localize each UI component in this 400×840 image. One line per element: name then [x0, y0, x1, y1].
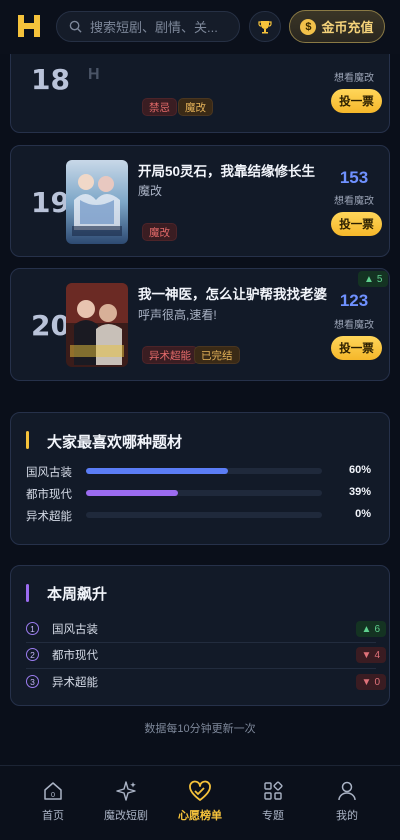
tag: 魔改: [142, 223, 177, 241]
vote-button[interactable]: 投一票: [331, 89, 382, 113]
search-icon: [69, 20, 82, 33]
nav-label: 魔改短剧: [104, 810, 148, 822]
svg-text:0: 0: [51, 791, 55, 799]
rank-number: 18: [31, 63, 70, 96]
heart-icon: [189, 780, 211, 801]
nav-label: 我的: [336, 810, 358, 822]
section-accent-bar: [26, 431, 29, 449]
vote-count: 123: [339, 291, 369, 310]
poll-percent: 60%: [348, 464, 371, 476]
rising-item[interactable]: 2 都市现代 ▼ 4: [26, 643, 386, 669]
trend-value: 6: [374, 623, 380, 635]
nav-item-home[interactable]: 0 首页: [18, 780, 88, 823]
search-placeholder: 搜索短剧、剧情、关...: [90, 20, 218, 35]
search-input[interactable]: 搜索短剧、剧情、关...: [56, 11, 240, 42]
app-logo[interactable]: [16, 13, 42, 39]
drama-poster[interactable]: [66, 283, 128, 367]
poll-percent: 0%: [355, 508, 371, 520]
tag: 禁忌: [142, 98, 177, 116]
section-accent-bar: [26, 584, 29, 602]
poll-label: 国风古装: [26, 467, 72, 479]
rising-item-name: 异术超能: [52, 677, 98, 689]
nav-item-topics[interactable]: 专题: [238, 780, 308, 823]
vote-count-label: 想看魔改: [334, 73, 374, 84]
trend-badge: ▲ 5: [358, 271, 389, 287]
trend-up-icon: ▲: [364, 273, 374, 285]
section-title: 本周飙升: [47, 586, 108, 603]
trend-value: 4: [374, 649, 380, 661]
drama-title[interactable]: 开局50灵石，我靠结缘修长生: [138, 160, 315, 180]
drama-card[interactable]: 20 我一神医，怎么让驴帮我找老婆 呼声很高,速看! 异术超能 已完结 ▲ 5 …: [10, 268, 390, 381]
trend-value: 5: [376, 273, 383, 285]
poll-bar: [86, 512, 322, 518]
poll-label: 都市现代: [26, 489, 72, 501]
drama-title[interactable]: 我一神医，怎么让驴帮我找老婆: [138, 283, 327, 303]
bottom-nav: 0 首页 魔改短剧 心愿榜单 专题 我的: [0, 765, 400, 840]
trend-badge: ▼ 0: [355, 674, 386, 690]
drama-card[interactable]: 19 开局50灵石，我靠结缘修长生 魔改 魔改 153 想看魔改 投一票: [10, 145, 390, 257]
home-icon: 0: [44, 782, 62, 800]
trend-down-icon: ▼: [361, 649, 372, 661]
poll-bar-fill: [86, 468, 228, 474]
nav-item-profile[interactable]: 我的: [312, 780, 382, 823]
trend-value: 0: [374, 676, 380, 688]
tag: 已完结: [194, 346, 240, 364]
vote-button[interactable]: 投一票: [331, 212, 382, 236]
drama-description: 魔改: [138, 184, 163, 198]
rising-item[interactable]: 3 异术超能 ▼ 0: [26, 670, 386, 696]
rising-item-name: 都市现代: [52, 650, 98, 662]
grid-icon: [264, 781, 283, 800]
nav-item-remake-dramas[interactable]: 魔改短剧: [91, 780, 161, 823]
trend-badge: ▲ 6: [355, 621, 386, 637]
rank-circle: 3: [26, 675, 39, 688]
drama-poster[interactable]: [66, 160, 128, 244]
trophy-icon: [258, 20, 272, 33]
coin-icon: $: [300, 18, 317, 35]
rank-circle: 1: [26, 622, 39, 635]
tag: 魔改: [178, 98, 213, 116]
top-bar: 搜索短剧、剧情、关... $ 金币充值: [0, 0, 400, 54]
rank-number: 20: [31, 309, 70, 342]
poll-bar: [86, 468, 322, 474]
vote-count: 153: [339, 168, 369, 187]
update-footnote: 数据每10分钟更新一次: [144, 723, 256, 735]
trend-down-icon: ▼: [361, 676, 372, 688]
rank-number: 19: [31, 186, 70, 219]
nav-item-wishlist[interactable]: 心愿榜单: [165, 780, 235, 823]
section-title: 大家最喜欢哪种题材: [47, 434, 183, 451]
drama-description: 呼声很高,速看!: [138, 308, 217, 322]
leaderboard-button[interactable]: [249, 11, 281, 42]
nav-label: 心愿榜单: [178, 810, 222, 822]
rising-item-name: 国风古装: [52, 624, 98, 636]
coin-recharge-label: 金币充值: [321, 20, 374, 35]
poll-bar: [86, 490, 322, 496]
poll-label: 异术超能: [26, 511, 72, 523]
tag: 异术超能: [142, 346, 198, 364]
rank-circle: 2: [26, 648, 39, 661]
genre-poll-card: 大家最喜欢哪种题材 国风古装 60% 都市现代 39% 异术超能 0%: [10, 412, 390, 545]
weekly-rising-card: 本周飙升 1 国风古装 ▲ 6 2 都市现代 ▼ 4 3 异术超能 ▼ 0: [10, 565, 390, 706]
vote-button[interactable]: 投一票: [331, 336, 382, 360]
trend-badge: ▼ 4: [355, 647, 386, 663]
poll-percent: 39%: [348, 486, 371, 498]
nav-label: 专题: [262, 810, 284, 822]
vote-count-label: 想看魔改: [334, 320, 374, 331]
trend-up-icon: ▲: [361, 623, 372, 635]
user-icon: [338, 781, 356, 801]
poster-logo-icon: H: [88, 66, 100, 83]
nav-label: 首页: [42, 810, 64, 822]
poll-bar-fill: [86, 490, 179, 496]
sparkle-icon: [116, 781, 136, 801]
vote-count-label: 想看魔改: [334, 196, 374, 207]
coin-recharge-button[interactable]: $ 金币充值: [289, 10, 385, 43]
rising-item[interactable]: 1 国风古装 ▲ 6: [26, 617, 386, 643]
